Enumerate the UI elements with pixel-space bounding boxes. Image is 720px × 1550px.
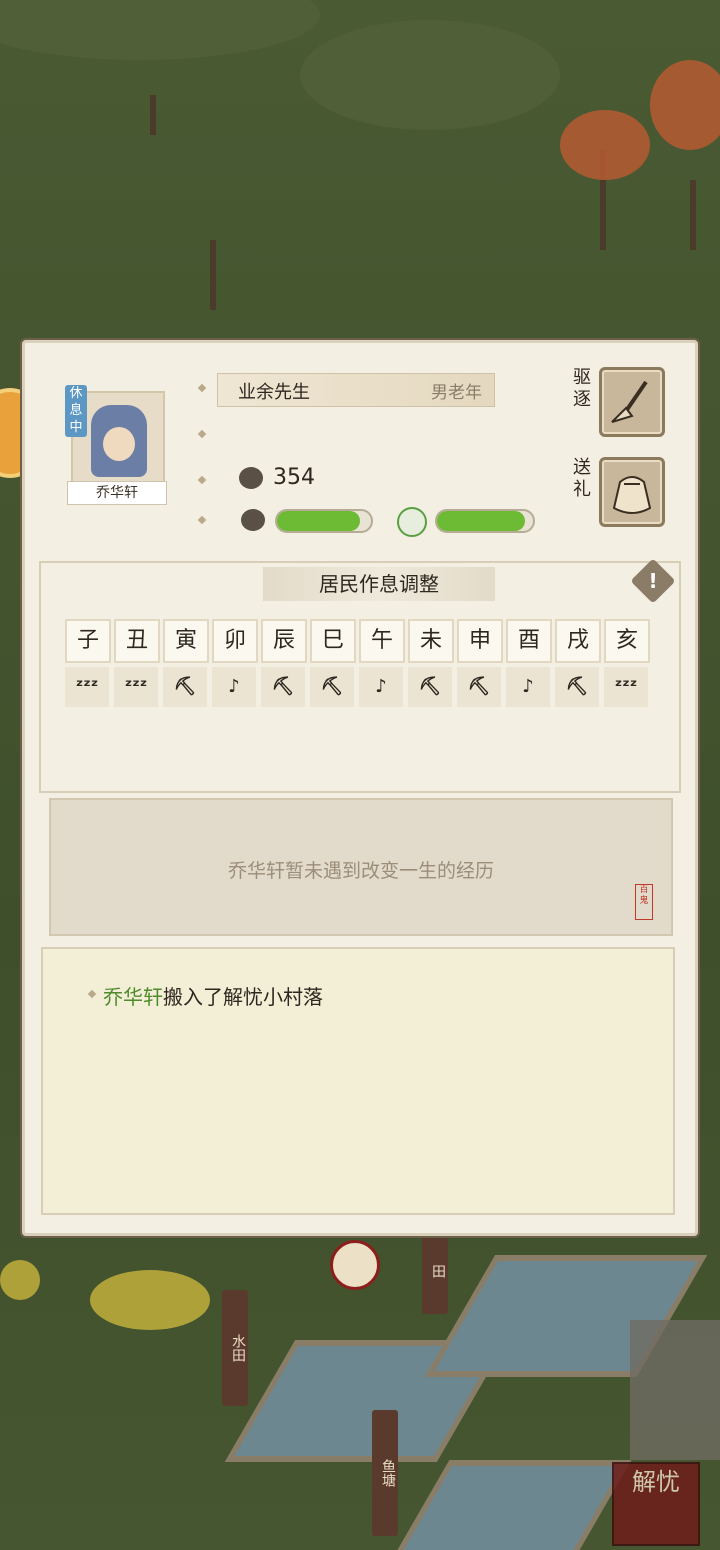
gift-label: 送礼 <box>573 457 591 500</box>
hour-cell: 巳 <box>310 619 356 663</box>
sleep-activity-icon[interactable]: ᶻᶻᶻ <box>114 667 158 707</box>
paddy-field-sign[interactable]: 水田 <box>222 1290 248 1406</box>
leisure-activity-icon[interactable]: ♪ <box>212 667 256 707</box>
leisure-activity-icon[interactable]: ♪ <box>506 667 550 707</box>
brand-text: 解忧 <box>632 1468 680 1496</box>
hour-cell: 午 <box>359 619 405 663</box>
hour-cell: 丑 <box>114 619 160 663</box>
elder-face-icon <box>91 405 147 477</box>
log-marker <box>87 989 97 999</box>
work-activity-icon[interactable]: ⛏ <box>457 667 501 707</box>
hour-cell: 未 <box>408 619 454 663</box>
hour-cell: 寅 <box>163 619 209 663</box>
hour-cell: 申 <box>457 619 503 663</box>
heart-stone-icon <box>239 467 263 489</box>
schedule-title: 居民作息调整 <box>263 567 495 601</box>
mood-bar-fill <box>437 511 526 531</box>
hour-cell: 亥 <box>604 619 650 663</box>
stat-value: 354 <box>273 465 315 490</box>
log-text: 搬入了解忧小村落 <box>163 985 323 1009</box>
log-entry: 乔华轩搬入了解忧小村落 <box>103 981 323 1010</box>
mood-bar <box>435 509 535 533</box>
hour-cell: 子 <box>65 619 111 663</box>
resident-title: 业余先生 <box>238 382 310 403</box>
schedule-section: 居民作息调整 ! 子丑寅卯辰巳午未申酉戌亥 ᶻᶻᶻ ᶻᶻᶻ ⛏ ♪ ⛏ ⛏ ♪ ⛏ ⛏ ♪ ⛏ ᶻᶻᶻ <box>39 558 681 793</box>
sleep-activity-icon[interactable]: ᶻᶻᶻ <box>604 667 648 707</box>
row-marker <box>197 515 207 525</box>
resident-panel: 休息中 乔华轩 业余先生 男老年 354 驱逐 送礼 居民作息调整 ! 子丑寅卯… <box>22 340 698 1236</box>
no-food-icon[interactable] <box>330 1240 380 1290</box>
row-marker <box>197 429 207 439</box>
brand-logo[interactable]: 解忧 <box>612 1462 700 1546</box>
life-story-text: 乔华轩暂未遇到改变一生的经历 <box>227 860 494 882</box>
work-activity-icon[interactable]: ⛏ <box>163 667 207 707</box>
work-activity-icon[interactable]: ⛏ <box>310 667 354 707</box>
work-activity-icon[interactable]: ⛏ <box>408 667 452 707</box>
health-bar <box>275 509 373 533</box>
resident-name-plate: 乔华轩 <box>67 481 167 505</box>
leaf-icon <box>397 507 427 537</box>
hour-cell: 辰 <box>261 619 307 663</box>
event-log: 乔华轩搬入了解忧小村落 <box>41 947 675 1215</box>
evict-button[interactable] <box>599 367 665 437</box>
work-activity-icon[interactable]: ⛏ <box>555 667 599 707</box>
log-resident-name[interactable]: 乔华轩 <box>103 985 163 1009</box>
row-marker <box>197 475 207 485</box>
life-story-card: 乔华轩暂未遇到改变一生的经历 百鬼 <box>49 798 673 936</box>
sleep-activity-icon[interactable]: ᶻᶻᶻ <box>65 667 109 707</box>
fish-pond-sign[interactable]: 鱼塘 <box>372 1410 398 1536</box>
hour-cell: 卯 <box>212 619 258 663</box>
broom-icon <box>611 380 648 423</box>
hour-cell: 酉 <box>506 619 552 663</box>
health-bar-fill <box>277 511 360 531</box>
leisure-activity-icon[interactable]: ♪ <box>359 667 403 707</box>
field-sign[interactable]: 田 <box>422 1228 448 1314</box>
row-marker <box>197 383 207 393</box>
status-tag: 休息中 <box>65 385 87 437</box>
gift-button[interactable] <box>599 457 665 527</box>
resident-type: 男老年 <box>431 383 482 403</box>
evict-label: 驱逐 <box>573 367 591 410</box>
warning-icon[interactable]: ! <box>630 558 676 604</box>
gift-bag-icon <box>612 476 652 514</box>
hour-cell: 戌 <box>555 619 601 663</box>
seal-stamp: 百鬼 <box>635 884 653 920</box>
heart-icon <box>241 509 265 531</box>
work-activity-icon[interactable]: ⛏ <box>261 667 305 707</box>
title-bar: 业余先生 男老年 <box>217 373 495 407</box>
